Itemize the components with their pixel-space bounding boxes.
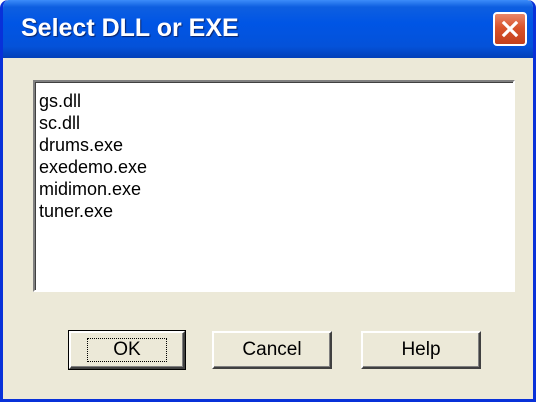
title-bar[interactable]: Select DLL or EXE xyxy=(3,0,533,58)
ok-button-label: OK xyxy=(87,338,167,362)
list-item[interactable]: midimon.exe xyxy=(39,178,513,200)
help-button-label: Help xyxy=(401,339,441,360)
list-item[interactable]: drums.exe xyxy=(39,134,513,156)
file-listbox[interactable]: gs.dll sc.dll drums.exe exedemo.exe midi… xyxy=(33,80,515,292)
list-item[interactable]: sc.dll xyxy=(39,112,513,134)
list-item[interactable]: tuner.exe xyxy=(39,200,513,222)
close-icon xyxy=(500,19,520,39)
close-button[interactable] xyxy=(493,12,527,46)
cancel-button[interactable]: Cancel xyxy=(212,331,332,369)
window-title: Select DLL or EXE xyxy=(21,14,239,42)
help-button[interactable]: Help xyxy=(361,331,481,369)
list-item[interactable]: gs.dll xyxy=(39,90,513,112)
ok-button[interactable]: OK xyxy=(68,330,186,370)
dialog-window: Select DLL or EXE gs.dll sc.dll drums.ex… xyxy=(0,0,536,402)
list-item[interactable]: exedemo.exe xyxy=(39,156,513,178)
cancel-button-label: Cancel xyxy=(242,339,302,360)
